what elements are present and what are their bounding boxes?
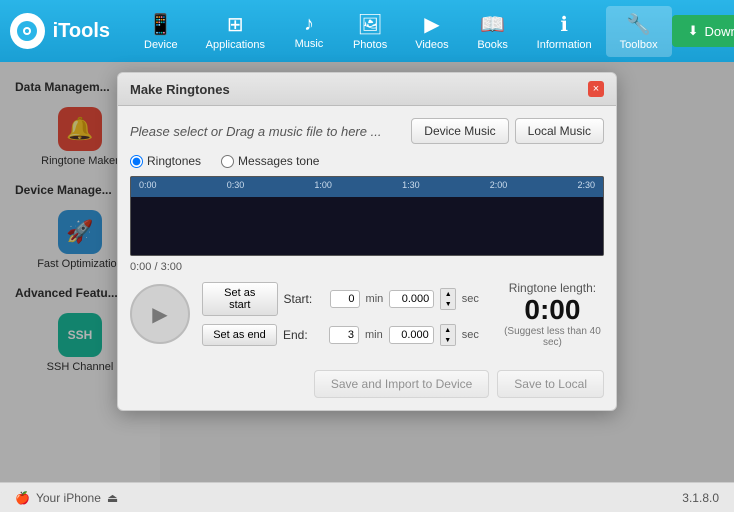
end-min-unit: min bbox=[365, 329, 383, 341]
waveform-body bbox=[131, 197, 603, 256]
timeline-0: 0:00 bbox=[139, 180, 157, 190]
nav-applications[interactable]: ⊞ Applications bbox=[192, 6, 279, 57]
nav-photos[interactable]: 🖼 Photos bbox=[339, 6, 401, 57]
nav-photos-label: Photos bbox=[353, 39, 387, 51]
music-source-buttons: Device Music Local Music bbox=[411, 118, 604, 144]
music-icon: ♪ bbox=[304, 13, 314, 36]
download-arrow-icon: ⬇ bbox=[688, 23, 699, 39]
videos-icon: ▶ bbox=[424, 12, 439, 37]
play-icon: ▶ bbox=[152, 302, 167, 327]
modal-footer: Save and Import to Device Save to Local bbox=[118, 360, 616, 410]
set-controls: Set as start Start: min ▲ ▼ sec Set as bbox=[202, 282, 479, 346]
make-ringtones-modal: Make Ringtones × Please select or Drag a… bbox=[117, 72, 617, 411]
messages-tone-label: Messages tone bbox=[238, 154, 319, 168]
apple-icon: 🍎 bbox=[15, 491, 30, 505]
time-display: 0:00 / 3:00 bbox=[130, 261, 604, 273]
topbar: iTools 📱 Device ⊞ Applications ♪ Music 🖼… bbox=[0, 0, 734, 62]
app-name: iTools bbox=[53, 20, 110, 43]
timeline: 0:00 0:30 1:00 1:30 2:00 2:30 bbox=[131, 177, 603, 197]
messages-tone-radio[interactable] bbox=[221, 155, 234, 168]
start-sec-spinner: ▲ ▼ bbox=[440, 288, 455, 310]
start-min-input[interactable] bbox=[330, 290, 360, 308]
books-icon: 📖 bbox=[480, 12, 505, 37]
timeline-120: 2:00 bbox=[490, 180, 508, 190]
ringtone-suggest: (Suggest less than 40 sec) bbox=[501, 326, 604, 348]
messages-tone-radio-label[interactable]: Messages tone bbox=[221, 154, 319, 168]
download-label: Download bbox=[705, 24, 734, 39]
local-music-button[interactable]: Local Music bbox=[515, 118, 604, 144]
play-button[interactable]: ▶ bbox=[130, 284, 190, 344]
waveform-svg bbox=[131, 200, 603, 255]
nav-videos[interactable]: ▶ Videos bbox=[401, 6, 462, 57]
tone-type-radios: Ringtones Messages tone bbox=[130, 154, 604, 168]
device-name: Your iPhone bbox=[36, 491, 101, 505]
end-sec-unit: sec bbox=[462, 329, 479, 341]
toolbox-icon: 🔧 bbox=[626, 12, 651, 37]
end-sec-up[interactable]: ▲ bbox=[441, 325, 455, 335]
start-sec-input[interactable] bbox=[389, 290, 434, 308]
file-select-text: Please select or Drag a music file to he… bbox=[130, 124, 381, 139]
controls-row: ▶ Set as start Start: min ▲ ▼ bbox=[130, 281, 604, 348]
eject-icon: ⏏ bbox=[107, 491, 118, 505]
ringtone-time: 0:00 bbox=[524, 295, 580, 326]
start-sec-up[interactable]: ▲ bbox=[441, 289, 455, 299]
nav-books[interactable]: 📖 Books bbox=[463, 6, 523, 57]
ringtones-radio[interactable] bbox=[130, 155, 143, 168]
bottombar: 🍎 Your iPhone ⏏ 3.1.8.0 bbox=[0, 482, 734, 512]
nav-information[interactable]: ℹ Information bbox=[523, 6, 606, 57]
version-label: 3.1.8.0 bbox=[682, 491, 719, 505]
start-min-unit: min bbox=[366, 293, 384, 305]
start-label: Start: bbox=[284, 292, 324, 306]
nav-books-label: Books bbox=[477, 39, 508, 51]
nav-applications-label: Applications bbox=[206, 39, 265, 51]
nav-music[interactable]: ♪ Music bbox=[279, 7, 339, 56]
nav-bar: 📱 Device ⊞ Applications ♪ Music 🖼 Photos… bbox=[130, 6, 672, 57]
start-sec-down[interactable]: ▼ bbox=[441, 299, 455, 309]
save-import-button[interactable]: Save and Import to Device bbox=[314, 370, 489, 398]
modal-title: Make Ringtones bbox=[130, 82, 230, 97]
file-select-row: Please select or Drag a music file to he… bbox=[130, 118, 604, 144]
end-min-input[interactable] bbox=[329, 326, 359, 344]
applications-icon: ⊞ bbox=[227, 12, 244, 37]
information-icon: ℹ bbox=[560, 12, 568, 37]
save-local-button[interactable]: Save to Local bbox=[497, 370, 604, 398]
start-row: Set as start Start: min ▲ ▼ sec bbox=[202, 282, 479, 316]
set-as-start-button[interactable]: Set as start bbox=[202, 282, 278, 316]
modal-header: Make Ringtones × bbox=[118, 73, 616, 106]
end-label: End: bbox=[283, 328, 323, 342]
end-sec-spinner: ▲ ▼ bbox=[440, 324, 456, 346]
ringtones-radio-label[interactable]: Ringtones bbox=[130, 154, 201, 168]
logo-area: iTools bbox=[10, 13, 110, 49]
waveform-container: 0:00 0:30 1:00 1:30 2:00 2:30 bbox=[130, 176, 604, 256]
nav-music-label: Music bbox=[295, 38, 324, 50]
end-row: Set as end End: min ▲ ▼ sec bbox=[202, 324, 479, 346]
set-as-end-button[interactable]: Set as end bbox=[202, 324, 277, 346]
nav-toolbox-label: Toolbox bbox=[620, 39, 658, 51]
timeline-90: 1:30 bbox=[402, 180, 420, 190]
nav-device-label: Device bbox=[144, 39, 178, 51]
nav-toolbox[interactable]: 🔧 Toolbox bbox=[606, 6, 672, 57]
ringtones-label: Ringtones bbox=[147, 154, 201, 168]
timeline-60: 1:00 bbox=[314, 180, 332, 190]
timeline-labels: 0:00 0:30 1:00 1:30 2:00 2:30 bbox=[131, 177, 603, 193]
end-sec-input[interactable] bbox=[389, 326, 434, 344]
modal-close-button[interactable]: × bbox=[588, 81, 604, 97]
nav-videos-label: Videos bbox=[415, 39, 448, 51]
start-sec-unit: sec bbox=[462, 293, 479, 305]
device-icon: 📱 bbox=[148, 12, 173, 37]
nav-information-label: Information bbox=[537, 39, 592, 51]
nav-device[interactable]: 📱 Device bbox=[130, 6, 192, 57]
photos-icon: 🖼 bbox=[357, 12, 382, 37]
modal-overlay: Make Ringtones × Please select or Drag a… bbox=[0, 62, 734, 482]
timeline-150: 2:30 bbox=[577, 180, 595, 190]
end-sec-down[interactable]: ▼ bbox=[441, 335, 455, 345]
download-button[interactable]: ⬇ Download bbox=[672, 15, 734, 47]
timeline-30: 0:30 bbox=[227, 180, 245, 190]
modal-body: Please select or Drag a music file to he… bbox=[118, 106, 616, 360]
logo-icon bbox=[10, 13, 45, 49]
device-music-button[interactable]: Device Music bbox=[411, 118, 508, 144]
device-info: 🍎 Your iPhone ⏏ bbox=[15, 491, 118, 505]
ringtone-length-label: Ringtone length: bbox=[509, 281, 596, 295]
ringtone-length-box: Ringtone length: 0:00 (Suggest less than… bbox=[501, 281, 604, 348]
